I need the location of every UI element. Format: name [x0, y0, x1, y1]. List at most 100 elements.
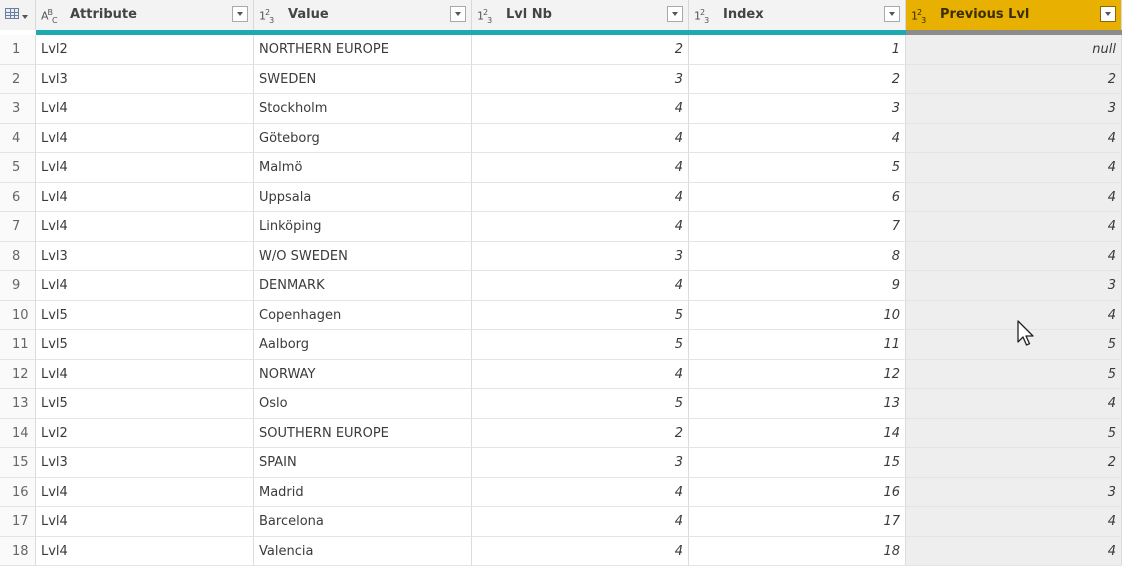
cell-lvl-nb[interactable]: 5: [472, 300, 689, 330]
cell-attribute[interactable]: Lvl3: [36, 448, 254, 478]
cell-value[interactable]: Oslo: [254, 389, 472, 419]
table-row[interactable]: 14 Lvl2 SOUTHERN EUROPE 2 14 5: [0, 418, 1122, 448]
cell-attribute[interactable]: Lvl2: [36, 35, 254, 65]
cell-attribute[interactable]: Lvl5: [36, 300, 254, 330]
cell-attribute[interactable]: Lvl4: [36, 212, 254, 242]
cell-lvl-nb[interactable]: 2: [472, 418, 689, 448]
cell-previous-lvl[interactable]: 4: [906, 153, 1122, 183]
cell-previous-lvl[interactable]: 4: [906, 507, 1122, 537]
row-number[interactable]: 11: [0, 330, 36, 360]
table-row[interactable]: 8 Lvl3 W/O SWEDEN 3 8 4: [0, 241, 1122, 271]
cell-lvl-nb[interactable]: 4: [472, 271, 689, 301]
cell-previous-lvl[interactable]: 2: [906, 64, 1122, 94]
cell-lvl-nb[interactable]: 4: [472, 212, 689, 242]
cell-index[interactable]: 8: [689, 241, 906, 271]
number-type-icon[interactable]: 123: [694, 6, 709, 28]
cell-index[interactable]: 7: [689, 212, 906, 242]
cell-lvl-nb[interactable]: 4: [472, 507, 689, 537]
number-type-icon[interactable]: 123: [259, 6, 274, 28]
cell-lvl-nb[interactable]: 3: [472, 64, 689, 94]
column-header-index[interactable]: 123 Index: [689, 0, 906, 30]
table-row[interactable]: 5 Lvl4 Malmö 4 5 4: [0, 153, 1122, 183]
cell-value[interactable]: Uppsala: [254, 182, 472, 212]
row-number[interactable]: 14: [0, 418, 36, 448]
cell-value[interactable]: SWEDEN: [254, 64, 472, 94]
cell-attribute[interactable]: Lvl4: [36, 507, 254, 537]
cell-index[interactable]: 10: [689, 300, 906, 330]
table-row[interactable]: 16 Lvl4 Madrid 4 16 3: [0, 477, 1122, 507]
cell-previous-lvl[interactable]: 4: [906, 123, 1122, 153]
cell-index[interactable]: 2: [689, 64, 906, 94]
cell-index[interactable]: 11: [689, 330, 906, 360]
cell-lvl-nb[interactable]: 3: [472, 241, 689, 271]
cell-previous-lvl[interactable]: 3: [906, 271, 1122, 301]
cell-previous-lvl[interactable]: 4: [906, 212, 1122, 242]
cell-lvl-nb[interactable]: 4: [472, 153, 689, 183]
cell-attribute[interactable]: Lvl4: [36, 123, 254, 153]
cell-attribute[interactable]: Lvl4: [36, 94, 254, 124]
table-row[interactable]: 9 Lvl4 DENMARK 4 9 3: [0, 271, 1122, 301]
table-menu-button[interactable]: [0, 0, 36, 30]
cell-previous-lvl[interactable]: 4: [906, 182, 1122, 212]
filter-dropdown-icon[interactable]: [232, 6, 248, 22]
cell-previous-lvl[interactable]: 3: [906, 477, 1122, 507]
table-row[interactable]: 17 Lvl4 Barcelona 4 17 4: [0, 507, 1122, 537]
row-number[interactable]: 3: [0, 94, 36, 124]
cell-attribute[interactable]: Lvl5: [36, 389, 254, 419]
cell-lvl-nb[interactable]: 4: [472, 477, 689, 507]
cell-value[interactable]: SPAIN: [254, 448, 472, 478]
row-number[interactable]: 2: [0, 64, 36, 94]
row-number[interactable]: 6: [0, 182, 36, 212]
cell-value[interactable]: Göteborg: [254, 123, 472, 153]
cell-lvl-nb[interactable]: 4: [472, 359, 689, 389]
table-row[interactable]: 3 Lvl4 Stockholm 4 3 3: [0, 94, 1122, 124]
cell-value[interactable]: Linköping: [254, 212, 472, 242]
text-type-icon[interactable]: ABC: [41, 6, 58, 28]
cell-lvl-nb[interactable]: 2: [472, 35, 689, 65]
cell-index[interactable]: 13: [689, 389, 906, 419]
cell-value[interactable]: Stockholm: [254, 94, 472, 124]
cell-value[interactable]: NORWAY: [254, 359, 472, 389]
cell-index[interactable]: 3: [689, 94, 906, 124]
row-number[interactable]: 16: [0, 477, 36, 507]
table-row[interactable]: 12 Lvl4 NORWAY 4 12 5: [0, 359, 1122, 389]
cell-lvl-nb[interactable]: 5: [472, 330, 689, 360]
cell-attribute[interactable]: Lvl4: [36, 153, 254, 183]
row-number[interactable]: 9: [0, 271, 36, 301]
cell-index[interactable]: 17: [689, 507, 906, 537]
cell-lvl-nb[interactable]: 3: [472, 448, 689, 478]
cell-value[interactable]: Madrid: [254, 477, 472, 507]
cell-value[interactable]: SOUTHERN EUROPE: [254, 418, 472, 448]
filter-dropdown-icon[interactable]: [667, 6, 683, 22]
table-row[interactable]: 6 Lvl4 Uppsala 4 6 4: [0, 182, 1122, 212]
cell-lvl-nb[interactable]: 4: [472, 182, 689, 212]
row-number[interactable]: 7: [0, 212, 36, 242]
row-number[interactable]: 8: [0, 241, 36, 271]
cell-previous-lvl[interactable]: 5: [906, 359, 1122, 389]
table-row[interactable]: 1 Lvl2 NORTHERN EUROPE 2 1 null: [0, 35, 1122, 65]
cell-index[interactable]: 16: [689, 477, 906, 507]
cell-attribute[interactable]: Lvl5: [36, 330, 254, 360]
cell-index[interactable]: 1: [689, 35, 906, 65]
cell-index[interactable]: 15: [689, 448, 906, 478]
cell-value[interactable]: Barcelona: [254, 507, 472, 537]
cell-index[interactable]: 18: [689, 536, 906, 566]
cell-index[interactable]: 4: [689, 123, 906, 153]
cell-attribute[interactable]: Lvl2: [36, 418, 254, 448]
filter-dropdown-icon[interactable]: [450, 6, 466, 22]
cell-value[interactable]: NORTHERN EUROPE: [254, 35, 472, 65]
cell-value[interactable]: DENMARK: [254, 271, 472, 301]
cell-attribute[interactable]: Lvl4: [36, 182, 254, 212]
cell-value[interactable]: Valencia: [254, 536, 472, 566]
table-row[interactable]: 15 Lvl3 SPAIN 3 15 2: [0, 448, 1122, 478]
cell-attribute[interactable]: Lvl3: [36, 64, 254, 94]
column-header-attribute[interactable]: ABC Attribute: [36, 0, 254, 30]
cell-value[interactable]: Copenhagen: [254, 300, 472, 330]
cell-value[interactable]: Aalborg: [254, 330, 472, 360]
row-number[interactable]: 17: [0, 507, 36, 537]
cell-attribute[interactable]: Lvl4: [36, 359, 254, 389]
cell-previous-lvl[interactable]: 5: [906, 330, 1122, 360]
table-row[interactable]: 7 Lvl4 Linköping 4 7 4: [0, 212, 1122, 242]
cell-previous-lvl[interactable]: 3: [906, 94, 1122, 124]
row-number[interactable]: 1: [0, 35, 36, 65]
